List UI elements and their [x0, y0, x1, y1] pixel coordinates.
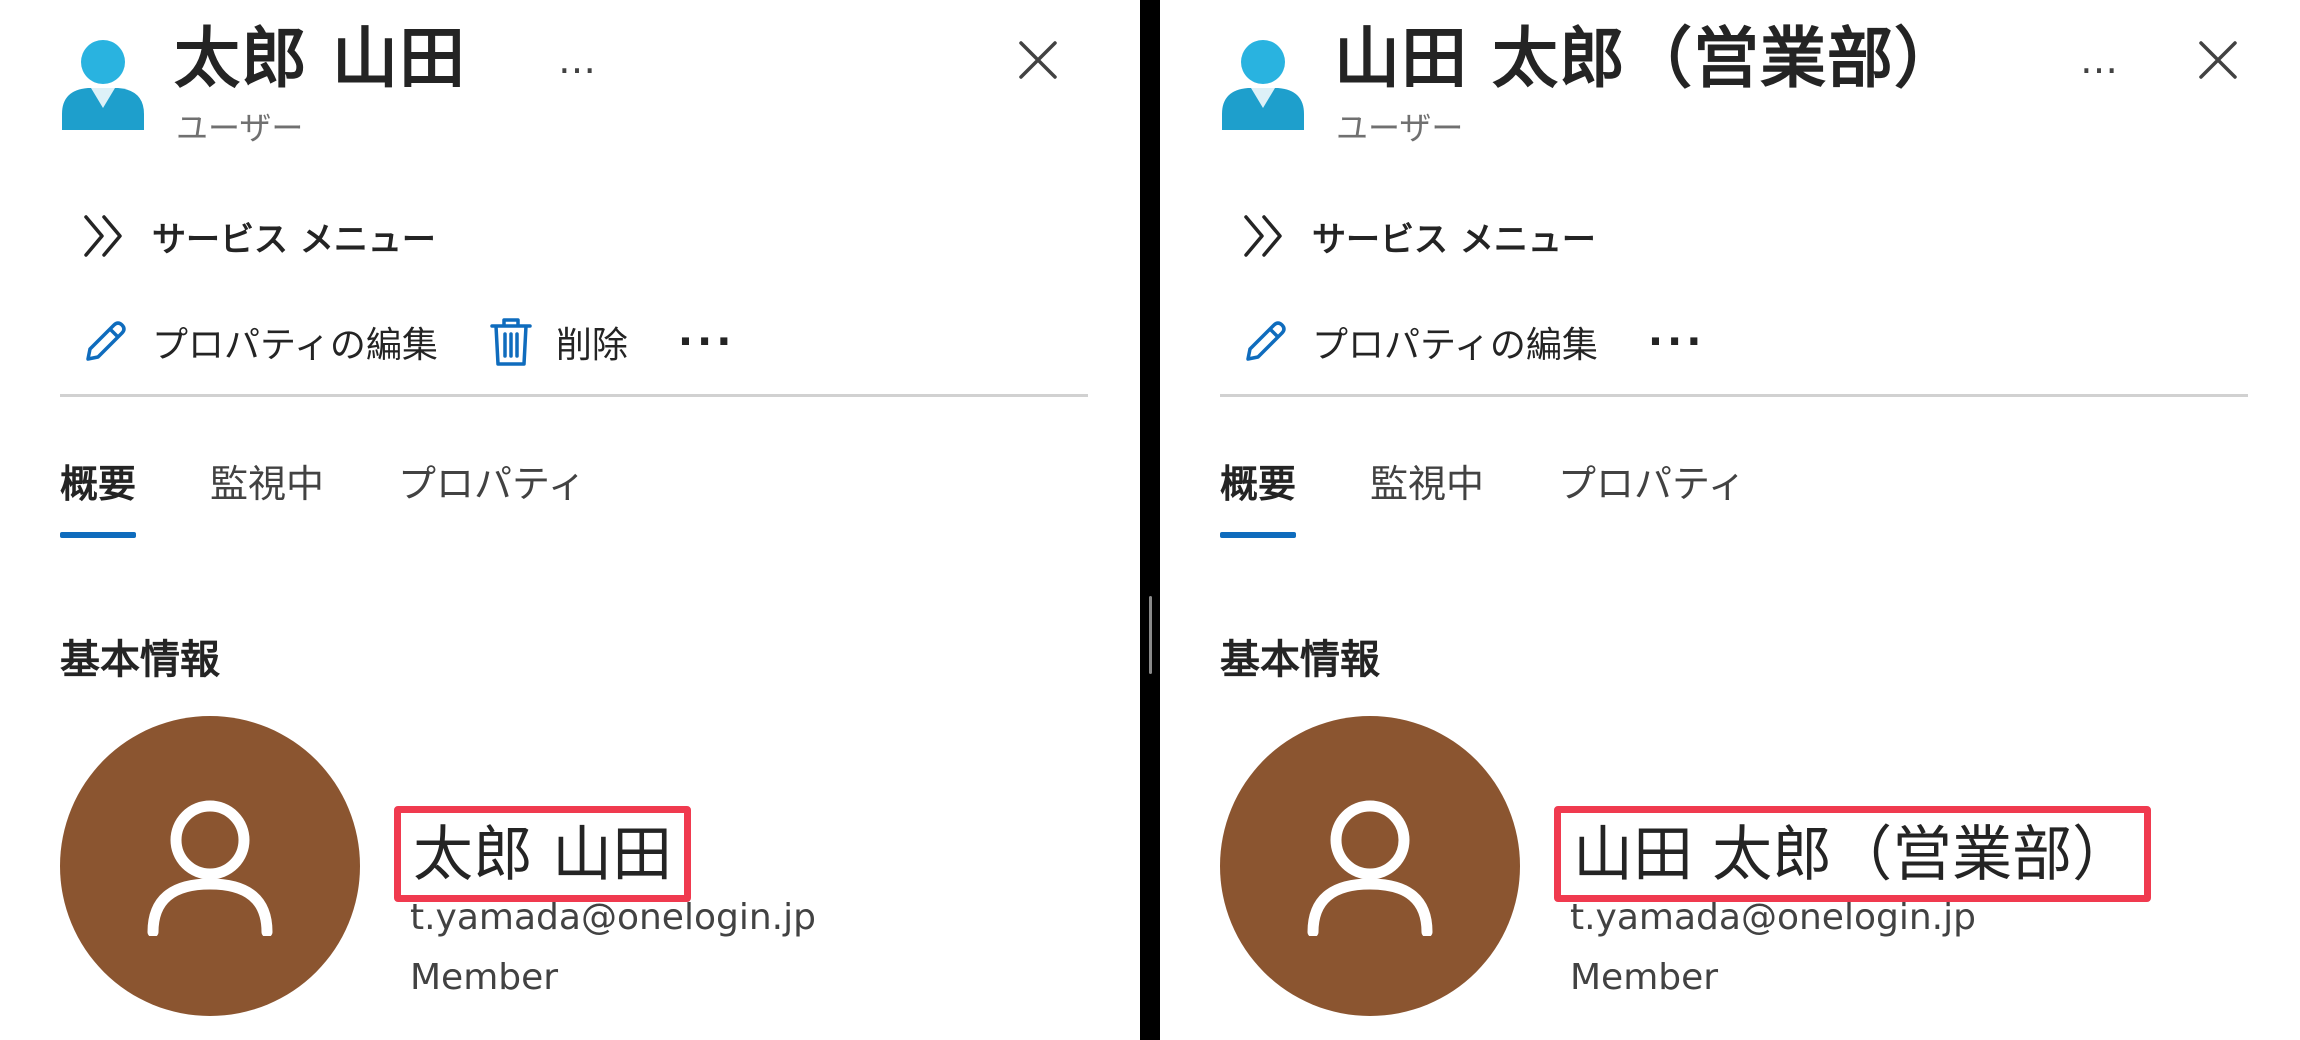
command-bar: プロパティの編集 ···: [1240, 312, 1705, 372]
close-icon: [1019, 41, 1057, 79]
user-icon: [62, 40, 144, 130]
command-more-button[interactable]: ···: [678, 319, 736, 365]
edit-properties-label: プロパティの編集: [1312, 325, 1598, 366]
close-icon: [2199, 41, 2237, 79]
divider-line: [60, 394, 1088, 397]
name-highlight-box: 太郎 山田: [394, 806, 692, 902]
close-button[interactable]: [2188, 30, 2248, 90]
pencil-icon: [1246, 321, 1286, 361]
user-panel-after: 山田 太郎（営業部） … ユーザー サービス メニュー プロパティの編集 ···…: [1160, 0, 2300, 1040]
edit-properties-label: プロパティの編集: [152, 325, 438, 366]
splitter-handle[interactable]: [1149, 596, 1152, 674]
name-highlight-box: 山田 太郎（営業部）: [1554, 806, 2152, 902]
tab-monitoring[interactable]: 監視中: [210, 456, 324, 512]
avatar: [60, 716, 360, 1016]
page-title: 太郎 山田: [174, 20, 466, 97]
title-more-button[interactable]: …: [2070, 30, 2130, 90]
tab-overview[interactable]: 概要: [60, 456, 137, 538]
page-subtitle: ユーザー: [1336, 109, 1464, 147]
display-name: 太郎 山田: [413, 820, 673, 890]
avatar: [1220, 716, 1520, 1016]
tab-properties[interactable]: プロパティ: [1558, 456, 1746, 512]
service-menu-label: サービス メニュー: [1312, 219, 1596, 260]
service-menu-label: サービス メニュー: [152, 219, 436, 260]
title-more-button[interactable]: …: [548, 30, 608, 90]
double-chevron-right-icon: [1244, 215, 1282, 257]
delete-button[interactable]: 削除: [488, 316, 628, 368]
user-role: Member: [1570, 957, 1719, 998]
service-menu-button[interactable]: サービス メニュー: [80, 206, 436, 266]
command-bar: プロパティの編集 削除 ···: [80, 312, 735, 372]
double-chevron-right-icon: [84, 215, 122, 257]
user-role: Member: [410, 957, 559, 998]
service-menu-button[interactable]: サービス メニュー: [1240, 206, 1596, 266]
tab-properties[interactable]: プロパティ: [398, 456, 586, 512]
pencil-icon: [86, 321, 126, 361]
edit-properties-button[interactable]: プロパティの編集: [1240, 316, 1598, 368]
page-subtitle: ユーザー: [176, 109, 304, 147]
page-title: 山田 太郎（営業部）: [1334, 20, 1961, 97]
section-title: 基本情報: [1220, 637, 1380, 683]
user-panel-before: 太郎 山田 ユーザー … サービス メニュー プロパティの編集 削除 ··· 概…: [0, 0, 1140, 1040]
tab-list: 概要 監視中 プロパティ: [60, 456, 660, 538]
person-icon: [1307, 800, 1433, 936]
tab-overview[interactable]: 概要: [1220, 456, 1297, 538]
user-email: t.yamada@onelogin.jp: [1570, 897, 1976, 938]
command-more-button[interactable]: ···: [1648, 319, 1706, 365]
user-icon: [1222, 40, 1304, 130]
section-title: 基本情報: [60, 637, 220, 683]
display-name: 山田 太郎（営業部）: [1573, 820, 2133, 890]
person-icon: [147, 800, 273, 936]
tab-monitoring[interactable]: 監視中: [1370, 456, 1484, 512]
close-button[interactable]: [1008, 30, 1068, 90]
tab-list: 概要 監視中 プロパティ: [1220, 456, 1820, 538]
delete-label: 削除: [555, 325, 628, 366]
divider-line: [1220, 394, 2248, 397]
user-email: t.yamada@onelogin.jp: [410, 897, 816, 938]
trash-icon: [490, 318, 532, 366]
edit-properties-button[interactable]: プロパティの編集: [80, 316, 438, 368]
split-divider: [1140, 0, 1160, 1040]
